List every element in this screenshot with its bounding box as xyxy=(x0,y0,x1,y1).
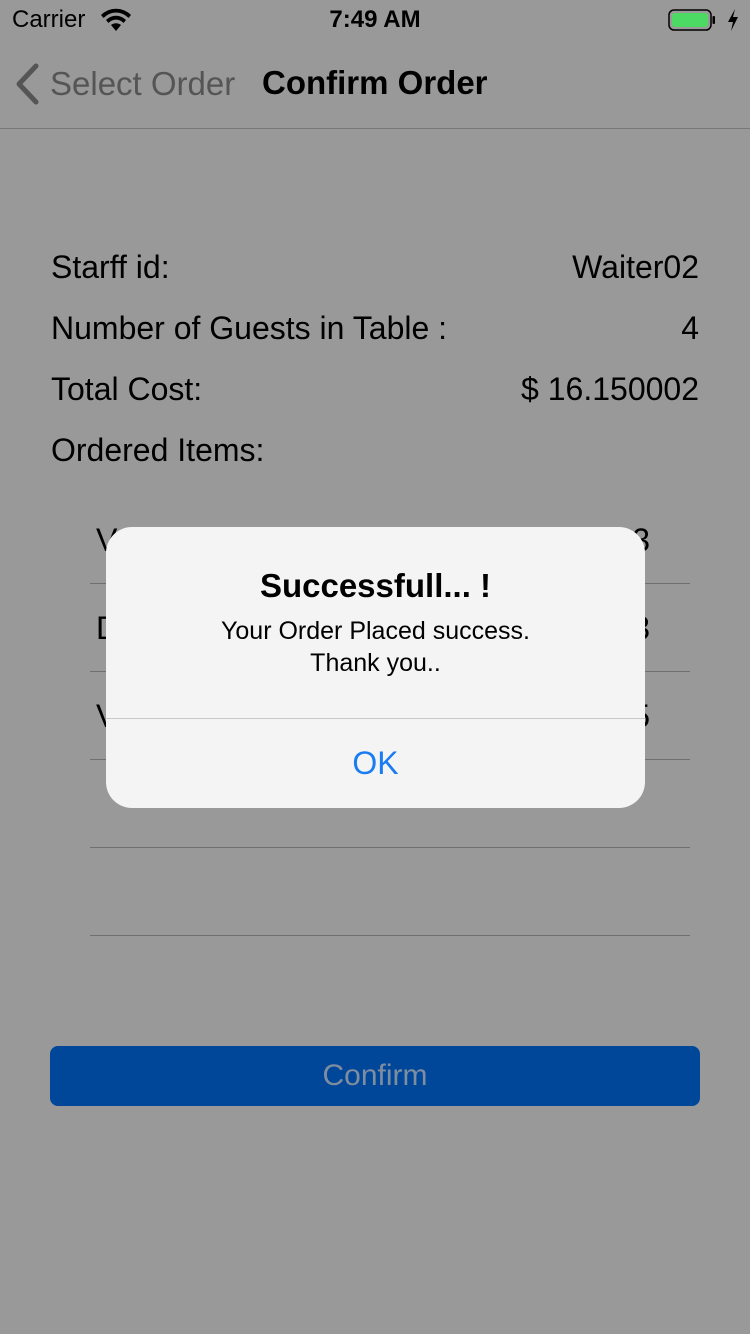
alert-message-line2: Thank you.. xyxy=(310,649,441,677)
alert-ok-button[interactable]: OK xyxy=(106,719,645,808)
alert-title: Successfull... ! xyxy=(259,567,492,604)
alert-message: Your Order Placed success. xyxy=(221,617,530,645)
success-alert: Successfull... ! Your Order Placed succe… xyxy=(106,527,645,808)
